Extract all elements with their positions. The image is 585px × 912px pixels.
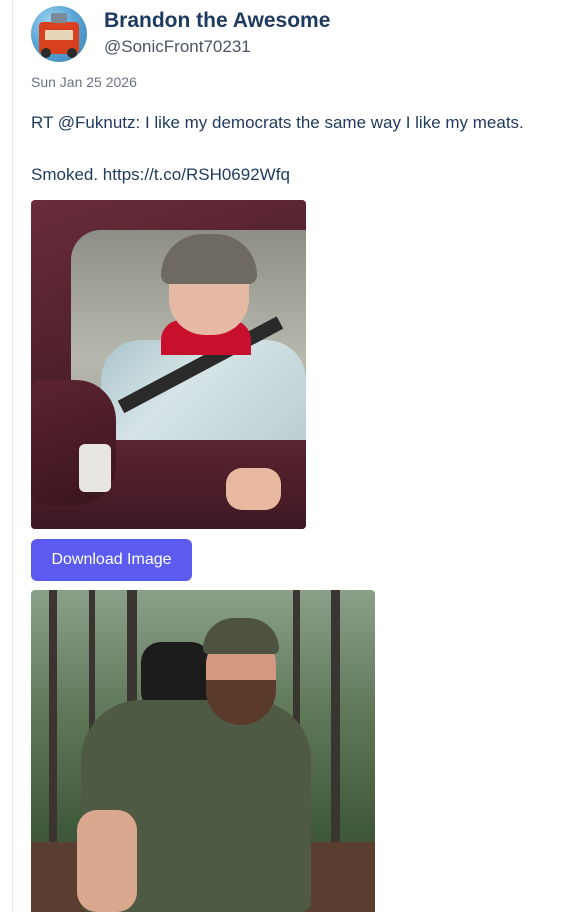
post-image-2[interactable] <box>31 590 375 912</box>
tweet-page: Brandon the Awesome @SonicFront70231 Sun… <box>0 0 585 912</box>
post-header: Brandon the Awesome @SonicFront70231 <box>31 6 330 62</box>
tree-trunk <box>331 590 340 850</box>
person-leg <box>77 810 137 912</box>
side-mirror <box>31 380 116 505</box>
download-image-button[interactable]: Download Image <box>31 539 192 581</box>
person-hat <box>203 618 279 654</box>
thread-divider <box>12 0 13 912</box>
post-image-1[interactable] <box>31 200 306 529</box>
tree-trunk <box>49 590 57 850</box>
author-handle[interactable]: @SonicFront70231 <box>104 38 330 56</box>
avatar-wheel-left <box>41 48 51 58</box>
avatar[interactable] <box>31 6 87 62</box>
avatar-wheel-right <box>67 48 77 58</box>
author-names: Brandon the Awesome @SonicFront70231 <box>104 10 330 56</box>
author-display-name[interactable]: Brandon the Awesome <box>104 10 330 32</box>
post-date: Sun Jan 25 2026 <box>31 74 137 90</box>
person-hand <box>226 468 281 510</box>
post-text: RT @Fuknutz: I like my democrats the sam… <box>31 113 524 184</box>
